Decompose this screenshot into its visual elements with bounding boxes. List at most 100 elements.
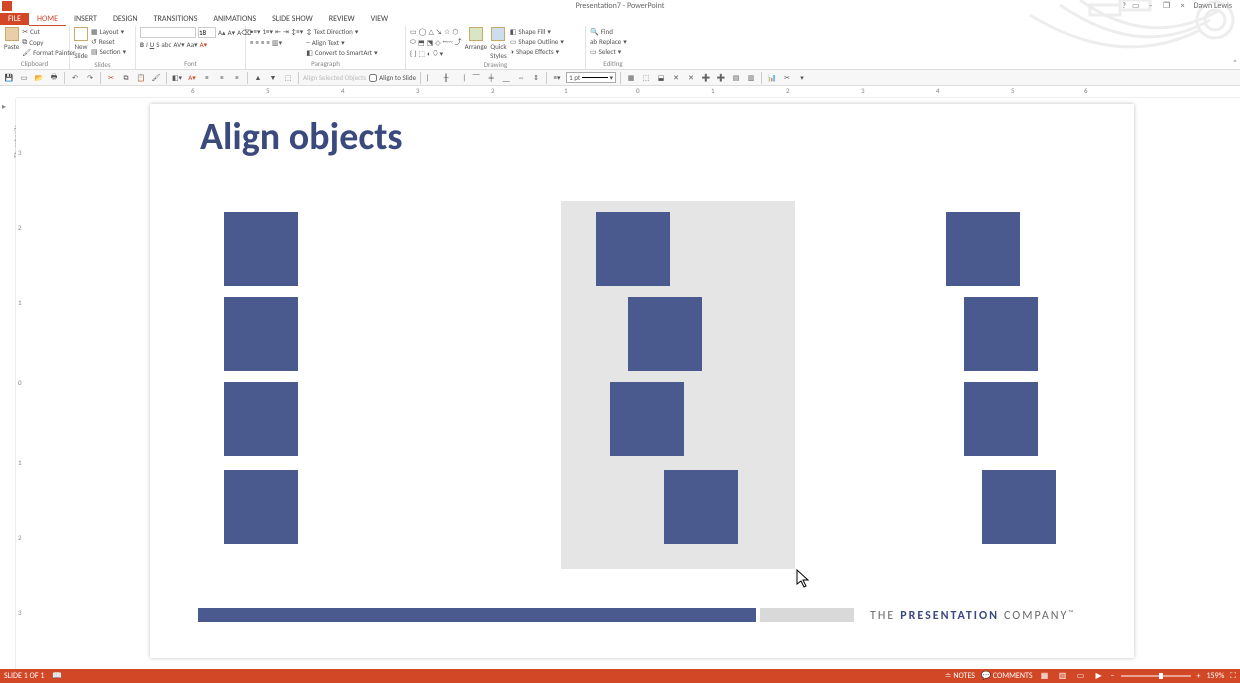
qat-chart[interactable]: 📊 bbox=[766, 72, 778, 84]
shape-square[interactable] bbox=[610, 382, 684, 456]
align-text-button[interactable]: ⎯Align Text▾ bbox=[306, 37, 377, 47]
font-color-button[interactable]: A▾ bbox=[200, 40, 208, 49]
qat-copy-button[interactable]: ⧉ bbox=[120, 72, 132, 84]
qat-align-left-button[interactable]: ≡ bbox=[201, 72, 213, 84]
qat-insert-table[interactable]: ▦ bbox=[625, 72, 637, 84]
qat-align-objects-center[interactable]: ╫ bbox=[440, 72, 452, 84]
help-icon[interactable]: ? bbox=[1122, 1, 1126, 11]
indent-right-button[interactable]: ⇥ bbox=[283, 27, 289, 36]
align-left-button[interactable]: ≡ bbox=[250, 38, 254, 47]
ribbon-options-icon[interactable]: ▭ bbox=[1132, 1, 1140, 11]
tab-slideshow[interactable]: SLIDE SHOW bbox=[264, 13, 321, 25]
qat-dist-rows[interactable]: ▤ bbox=[730, 72, 742, 84]
select-button[interactable]: ▭Select▾ bbox=[590, 47, 627, 56]
new-slide-button[interactable]: New Slide bbox=[74, 27, 88, 60]
qat-format-painter-button[interactable]: 🖌 bbox=[150, 72, 162, 84]
notes-button[interactable]: ≐ NOTES bbox=[945, 671, 975, 681]
minimize-button[interactable]: – bbox=[1146, 1, 1156, 11]
tab-file[interactable]: FILE bbox=[0, 13, 29, 25]
zoom-out-button[interactable]: − bbox=[1111, 671, 1115, 681]
qat-align-center-button[interactable]: ≡ bbox=[216, 72, 228, 84]
slide[interactable]: Align objects THE PRESENTATION bbox=[150, 104, 1134, 658]
shrink-font-icon[interactable]: A▾ bbox=[228, 28, 236, 37]
qat-undo-button[interactable]: ↶ bbox=[69, 72, 81, 84]
tab-transitions[interactable]: TRANSITIONS bbox=[146, 13, 206, 25]
qat-align-right-button[interactable]: ≡ bbox=[231, 72, 243, 84]
slide-title[interactable]: Align objects bbox=[200, 114, 403, 160]
underline-button[interactable]: U bbox=[150, 40, 155, 49]
quick-styles-button[interactable]: Quick Styles bbox=[490, 27, 507, 60]
qat-shape-fill-button[interactable]: ◧▾ bbox=[171, 72, 183, 84]
zoom-in-button[interactable]: + bbox=[1197, 671, 1201, 681]
tab-insert[interactable]: INSERT bbox=[66, 13, 105, 25]
shadow-button[interactable]: S bbox=[156, 40, 159, 49]
columns-button[interactable]: ▥▾ bbox=[272, 38, 282, 47]
shape-square[interactable] bbox=[596, 212, 670, 286]
bullets-button[interactable]: •≡▾ bbox=[250, 27, 261, 36]
numbering-button[interactable]: 1≡▾ bbox=[263, 27, 274, 36]
qat-align-objects-top[interactable]: ⎺ bbox=[470, 72, 482, 84]
qat-redo-button[interactable]: ↷ bbox=[84, 72, 96, 84]
shape-square[interactable] bbox=[964, 297, 1038, 371]
tab-design[interactable]: DESIGN bbox=[105, 13, 146, 25]
reading-view-button[interactable]: ▭ bbox=[1075, 671, 1087, 681]
sorter-view-button[interactable]: ▥ bbox=[1057, 671, 1069, 681]
indent-left-button[interactable]: ⇤ bbox=[275, 27, 281, 36]
zoom-level[interactable]: 159% bbox=[1207, 671, 1225, 681]
qat-open-button[interactable]: 📂 bbox=[33, 72, 45, 84]
qat-distribute-h[interactable]: ⇔ bbox=[515, 72, 527, 84]
qat-line-weight[interactable]: 1 pt▾ bbox=[566, 72, 616, 83]
qat-cut-button[interactable]: ✂ bbox=[105, 72, 117, 84]
line-spacing-button[interactable]: ↕≡▾ bbox=[291, 27, 303, 36]
case-button[interactable]: Aa▾ bbox=[187, 40, 198, 49]
paste-button[interactable]: Paste bbox=[4, 27, 19, 51]
qat-align-objects-right[interactable]: ⎹ bbox=[455, 72, 467, 84]
normal-view-button[interactable]: ▦ bbox=[1039, 671, 1051, 681]
close-button[interactable]: × bbox=[1178, 1, 1188, 11]
bold-button[interactable]: B bbox=[140, 40, 144, 49]
copy-button[interactable]: ⧉Copy bbox=[22, 37, 75, 47]
shape-square[interactable] bbox=[946, 212, 1020, 286]
qat-align-objects-bottom[interactable]: ⎽ bbox=[500, 72, 512, 84]
spacing-button[interactable]: AV▾ bbox=[173, 40, 184, 49]
shape-square[interactable] bbox=[628, 297, 702, 371]
align-right-button[interactable]: ≡ bbox=[261, 38, 265, 47]
qat-crop[interactable]: ✂ bbox=[781, 72, 793, 84]
shape-outline-button[interactable]: ▭Shape Outline▾ bbox=[510, 37, 564, 46]
qat-merge-cells[interactable]: ⬚ bbox=[640, 72, 652, 84]
justify-button[interactable]: ≡ bbox=[267, 38, 271, 47]
qat-print-button[interactable]: 🖶 bbox=[48, 72, 60, 84]
qat-delete-col[interactable]: ✕ bbox=[685, 72, 697, 84]
qat-line-style-button[interactable]: ≡▾ bbox=[551, 72, 563, 84]
text-direction-button[interactable]: ↕Text Direction▾ bbox=[306, 27, 377, 36]
qat-delete-row[interactable]: ✕ bbox=[670, 72, 682, 84]
expand-thumbnails-icon[interactable]: ▸ bbox=[2, 102, 6, 112]
shape-effects-button[interactable]: ◑Shape Effects▾ bbox=[510, 47, 564, 56]
shape-square[interactable] bbox=[664, 470, 738, 544]
tab-animations[interactable]: ANIMATIONS bbox=[205, 13, 264, 25]
layout-button[interactable]: ▦Layout▾ bbox=[91, 27, 126, 36]
qat-group-button[interactable]: ⬚ bbox=[282, 72, 294, 84]
shape-square[interactable] bbox=[224, 382, 298, 456]
qat-align-objects-left[interactable]: ⎸ bbox=[425, 72, 437, 84]
reset-button[interactable]: ↺Reset bbox=[91, 37, 126, 46]
font-name-input[interactable] bbox=[140, 27, 196, 38]
align-center-button[interactable]: ≡ bbox=[256, 38, 260, 47]
qat-font-color-button[interactable]: A▾ bbox=[186, 72, 198, 84]
slide-canvas[interactable]: Align objects THE PRESENTATION bbox=[30, 98, 1240, 669]
format-painter-button[interactable]: 🖌Format Painter bbox=[22, 48, 75, 57]
spellcheck-icon[interactable]: 📖 bbox=[52, 671, 62, 681]
tab-review[interactable]: REVIEW bbox=[321, 13, 363, 25]
smartart-button[interactable]: ◧Convert to SmartArt▾ bbox=[306, 48, 377, 57]
italic-button[interactable]: I bbox=[146, 40, 148, 49]
align-to-slide-checkbox[interactable]: Align to Slide bbox=[369, 73, 416, 82]
qat-more[interactable]: ▾ bbox=[796, 72, 808, 84]
qat-new-button[interactable]: ▭ bbox=[18, 72, 30, 84]
qat-save-button[interactable]: 💾 bbox=[3, 72, 15, 84]
qat-distribute-v[interactable]: ⇕ bbox=[530, 72, 542, 84]
shapes-gallery[interactable]: ▭◯△↘☆⬡ ⬭⬒⬔◇⬳⤴ {}⬚◐⬯▾ bbox=[410, 27, 462, 58]
strike-button[interactable]: abc bbox=[161, 40, 171, 49]
shape-square[interactable] bbox=[224, 470, 298, 544]
qat-send-back-button[interactable]: ▼ bbox=[267, 72, 279, 84]
qat-insert-row[interactable]: ➕ bbox=[700, 72, 712, 84]
